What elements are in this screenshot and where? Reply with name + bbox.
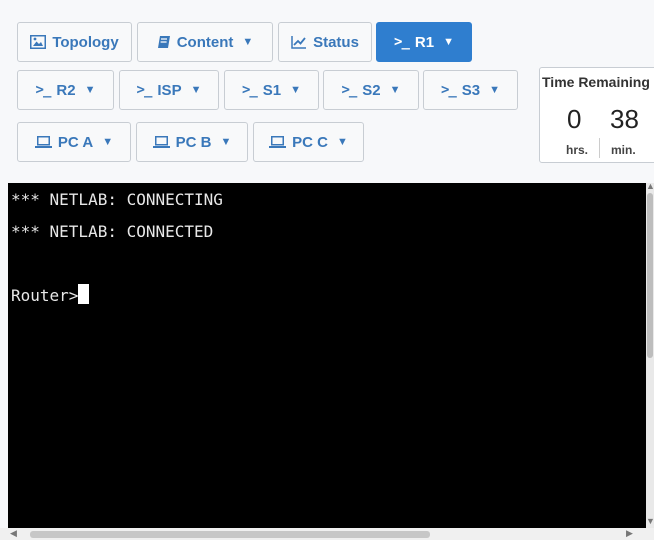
- hours-value: 0: [567, 104, 582, 134]
- pc-a-label: PC A: [57, 133, 94, 151]
- chevron-down-icon: ▼: [84, 84, 96, 96]
- isp-console-button[interactable]: >_ ISP ▼: [119, 70, 219, 110]
- terminal-prompt-line: Router>: [11, 284, 90, 305]
- chevron-down-icon: ▼: [102, 136, 114, 148]
- chevron-down-icon: ▼: [190, 84, 202, 96]
- s2-console-button[interactable]: >_ S2 ▼: [323, 70, 419, 110]
- pc-c-button[interactable]: PC C ▼: [253, 122, 364, 162]
- terminal-prompt-icon: >_: [341, 82, 357, 98]
- chevron-down-icon: ▼: [336, 136, 348, 148]
- image-icon: [30, 35, 47, 49]
- s1-label: S1: [262, 81, 282, 99]
- vertical-scroll-thumb[interactable]: [647, 193, 653, 358]
- status-button[interactable]: Status: [278, 22, 372, 62]
- scroll-left-icon[interactable]: ◀: [10, 528, 17, 539]
- book-icon: [157, 35, 171, 49]
- timer-divider: [599, 138, 600, 158]
- console-terminal[interactable]: *** NETLAB: CONNECTING *** NETLAB: CONNE…: [8, 183, 646, 528]
- time-remaining-panel: Time Remaining 0 38 hrs. min.: [539, 67, 654, 163]
- terminal-prompt-icon: >_: [440, 82, 457, 98]
- minutes-value: 38: [610, 104, 639, 134]
- laptop-icon: [34, 135, 52, 149]
- vertical-scrollbar[interactable]: ▲ ▼: [646, 181, 654, 528]
- pc-c-label: PC C: [292, 133, 328, 151]
- scroll-right-icon[interactable]: ▶: [626, 528, 633, 539]
- chevron-down-icon: ▼: [389, 84, 401, 96]
- line-chart-icon: [291, 35, 307, 49]
- s2-label: S2: [362, 81, 381, 99]
- time-remaining-title: Time Remaining: [542, 74, 650, 90]
- hours-unit: hrs.: [566, 143, 589, 157]
- s3-console-button[interactable]: >_ S3 ▼: [423, 70, 518, 110]
- terminal-prompt-icon: >_: [136, 82, 153, 98]
- lab-toolbar: Topology Content ▼ Status >_ R1 ▼ >_ R2 …: [0, 0, 654, 183]
- terminal-prompt-icon: >_: [394, 34, 410, 50]
- s3-label: S3: [461, 81, 481, 99]
- scroll-up-icon[interactable]: ▲: [646, 181, 654, 191]
- content-dropdown-button[interactable]: Content ▼: [137, 22, 273, 62]
- terminal-line: *** NETLAB: CONNECTING: [11, 190, 223, 209]
- chevron-down-icon: ▼: [290, 84, 302, 96]
- chevron-down-icon: ▼: [242, 36, 254, 48]
- minutes-unit: min.: [611, 143, 636, 157]
- laptop-icon: [152, 135, 170, 149]
- scroll-down-icon[interactable]: ▼: [646, 516, 654, 526]
- content-label: Content: [176, 33, 234, 51]
- horizontal-scrollbar[interactable]: ◀ ▶: [0, 528, 654, 540]
- pc-b-label: PC B: [175, 133, 212, 151]
- r2-console-button[interactable]: >_ R2 ▼: [17, 70, 114, 110]
- chevron-down-icon: ▼: [489, 84, 501, 96]
- r1-label: R1: [414, 33, 435, 51]
- r1-console-button[interactable]: >_ R1 ▼: [376, 22, 472, 62]
- router-prompt: Router>: [11, 286, 79, 305]
- isp-label: ISP: [157, 81, 182, 99]
- s1-console-button[interactable]: >_ S1 ▼: [224, 70, 319, 110]
- topology-label: Topology: [52, 33, 119, 51]
- terminal-cursor: [78, 284, 90, 304]
- topology-button[interactable]: Topology: [17, 22, 132, 62]
- terminal-line: *** NETLAB: CONNECTED: [11, 222, 214, 241]
- pc-a-button[interactable]: PC A ▼: [17, 122, 131, 162]
- chevron-down-icon: ▼: [220, 136, 232, 148]
- horizontal-scroll-thumb[interactable]: [30, 531, 430, 538]
- chevron-down-icon: ▼: [443, 36, 454, 48]
- status-label: Status: [313, 33, 359, 51]
- laptop-icon: [269, 135, 287, 149]
- terminal-prompt-icon: >_: [241, 82, 258, 98]
- terminal-prompt-icon: >_: [35, 82, 52, 98]
- pc-b-button[interactable]: PC B ▼: [136, 122, 248, 162]
- r2-label: R2: [56, 81, 76, 99]
